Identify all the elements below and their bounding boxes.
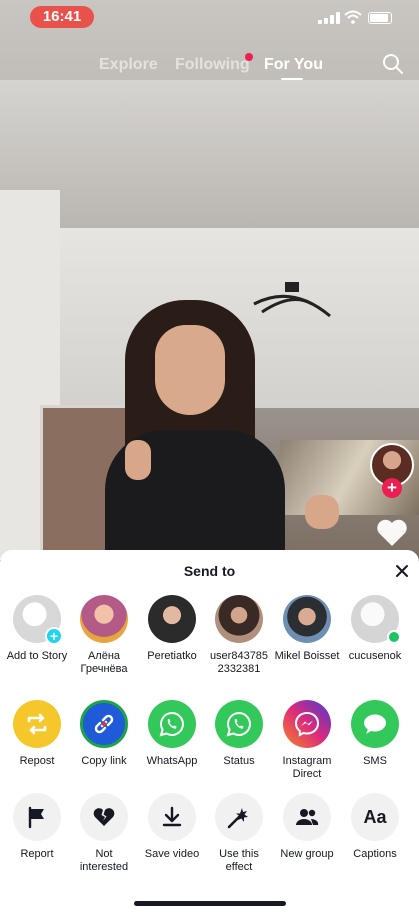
contact-label: user8437852332381	[209, 650, 269, 675]
action-label: Not interested	[79, 848, 129, 873]
video-ceiling	[0, 80, 419, 230]
sms-button[interactable]: SMS	[341, 700, 409, 768]
video-frame[interactable]	[0, 0, 419, 560]
copy-link-button[interactable]: Copy link	[70, 700, 138, 768]
sheet-title: Send to	[183, 563, 236, 579]
repost-button[interactable]: Repost	[3, 700, 71, 768]
status-bar: 16:41	[0, 0, 419, 36]
contacts-row: + Add to Story Алёна Гречнёва Peretiatko…	[0, 595, 419, 685]
cellular-signal-icon	[318, 12, 340, 24]
contact-label: cucusenok	[348, 650, 402, 662]
not-interested-button[interactable]: Not interested	[70, 793, 138, 874]
contact-peretiatko[interactable]: Peretiatko	[138, 595, 206, 663]
top-nav: Explore Following For You	[0, 52, 419, 82]
tab-following[interactable]: Following	[175, 56, 250, 74]
use-effect-button[interactable]: Use this effect	[205, 793, 273, 874]
svg-text:Aa: Aa	[363, 807, 387, 827]
contact-label: Алёна Гречнёва	[80, 650, 128, 675]
app-label: Copy link	[81, 755, 127, 767]
close-icon[interactable]	[395, 564, 409, 578]
report-button[interactable]: Report	[3, 793, 71, 861]
broken-heart-icon	[93, 808, 115, 826]
repost-icon	[27, 713, 47, 735]
home-indicator	[134, 901, 286, 906]
share-apps-row: Repost Copy link WhatsApp Status Instagr…	[0, 700, 419, 790]
like-heart-icon[interactable]	[376, 518, 408, 548]
avatar	[148, 595, 196, 643]
effect-icon	[227, 808, 248, 829]
app-label: Status	[223, 755, 255, 767]
sms-icon	[364, 714, 386, 734]
avatar	[283, 595, 331, 643]
tab-for-you[interactable]: For You	[264, 56, 323, 74]
following-notification-dot	[245, 53, 253, 61]
link-icon	[94, 714, 114, 734]
whatsapp-icon	[159, 711, 184, 737]
captions-button[interactable]: Aa Captions	[341, 793, 409, 861]
group-icon	[296, 809, 319, 825]
app-label: Instagram Direct	[282, 755, 332, 780]
action-label: Report	[20, 848, 54, 860]
new-group-button[interactable]: New group	[273, 793, 341, 861]
follow-plus-icon[interactable]: +	[382, 478, 402, 498]
active-tab-indicator	[281, 78, 303, 80]
captions-icon: Aa	[363, 807, 387, 827]
plus-icon: +	[45, 627, 63, 645]
video-person	[95, 300, 339, 560]
contact-user[interactable]: user8437852332381	[205, 595, 273, 676]
save-video-button[interactable]: Save video	[138, 793, 206, 861]
tab-explore[interactable]: Explore	[99, 56, 158, 74]
wifi-icon	[344, 10, 362, 24]
contact-add-to-story[interactable]: + Add to Story	[3, 595, 71, 663]
whatsapp-status-icon	[226, 711, 251, 737]
messenger-icon	[294, 711, 320, 737]
battery-icon	[368, 12, 392, 24]
contact-cucusenok[interactable]: cucusenok	[341, 595, 409, 663]
action-label: New group	[280, 848, 334, 860]
actions-row: Report Not interested Save video Use thi…	[0, 793, 419, 883]
action-label: Save video	[144, 848, 200, 860]
whatsapp-status-button[interactable]: Status	[205, 700, 273, 768]
contact-label: Mikel Boisset	[274, 650, 340, 662]
instagram-direct-button[interactable]: Instagram Direct	[273, 700, 341, 781]
contact-mikel-boisset[interactable]: Mikel Boisset	[273, 595, 341, 663]
contact-label: Add to Story	[6, 650, 68, 662]
download-icon	[162, 806, 182, 827]
contact-alena[interactable]: Алёна Гречнёва	[70, 595, 138, 676]
app-label: SMS	[363, 755, 387, 767]
search-icon[interactable]	[382, 53, 404, 75]
action-label: Captions	[353, 848, 397, 860]
share-sheet: Send to + Add to Story Алёна Гречнёва Pe…	[0, 550, 419, 912]
app-label: WhatsApp	[146, 755, 198, 767]
status-time: 16:41	[30, 6, 94, 28]
contact-label: Peretiatko	[147, 650, 197, 662]
online-status-icon	[387, 630, 401, 644]
avatar	[80, 595, 128, 643]
flag-icon	[28, 806, 44, 829]
whatsapp-button[interactable]: WhatsApp	[138, 700, 206, 768]
avatar	[215, 595, 263, 643]
app-label: Repost	[19, 755, 55, 767]
action-label: Use this effect	[219, 848, 259, 873]
